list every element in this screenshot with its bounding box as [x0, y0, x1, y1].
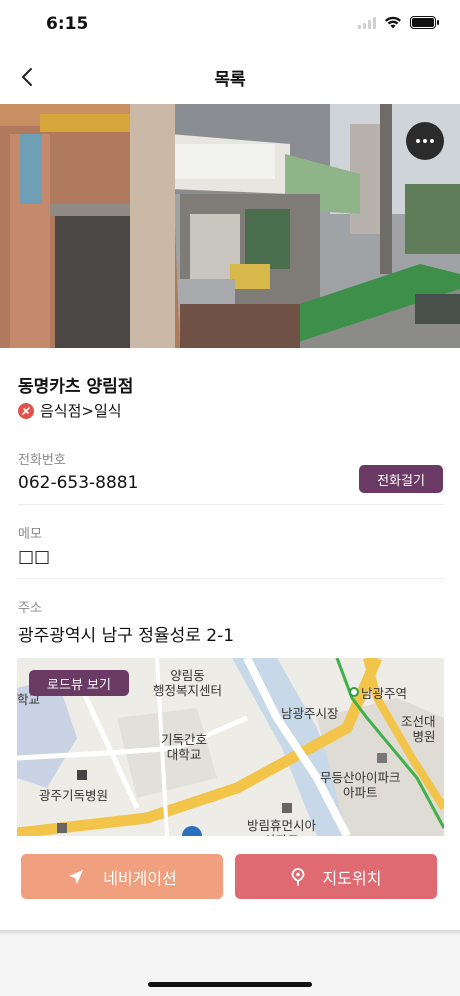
map-label-mudeung: 무등산아이파크 아파트: [320, 770, 401, 800]
navigation-arrow-icon: [69, 869, 84, 884]
map-label-banglim: 방림휴먼시아 아파트: [247, 818, 317, 836]
more-horizontal-icon: [416, 139, 420, 143]
memo-label: 메모: [18, 527, 42, 542]
place-name: 동명카츠 양림점: [18, 377, 134, 397]
navigation-button[interactable]: 네비게이션: [21, 854, 223, 899]
phone-label: 전화번호: [18, 453, 66, 468]
map-label-namgwangju-market: 남광주시장: [281, 706, 339, 721]
divider: [18, 504, 444, 505]
map-location-label: 지도위치: [322, 868, 382, 888]
address-label: 주소: [18, 601, 42, 616]
page-title: 목록: [214, 70, 246, 90]
map-location-button[interactable]: 지도위치: [235, 854, 437, 899]
call-button[interactable]: 전화걸기: [359, 465, 443, 493]
category-label: 음식점>일식: [40, 402, 122, 420]
storefront-photo: [0, 104, 460, 348]
map-label-joseon: 조선대 병원: [401, 714, 436, 744]
divider: [18, 578, 444, 579]
location-map[interactable]: 양림동 행정복지센터 학교 남광주시장 남광주역 조선대 병원 기독간호 대학교…: [17, 658, 444, 836]
bottom-area: [0, 936, 460, 996]
battery-icon: [410, 16, 439, 29]
phone-number[interactable]: 062-653-8881: [18, 473, 138, 493]
address-value: 광주광역시 남구 정율성로 2-1: [18, 626, 235, 646]
memo-value: □□: [18, 547, 51, 567]
action-buttons: 네비게이션 지도위치: [21, 854, 437, 899]
place-photo: [0, 104, 460, 348]
more-options-button[interactable]: [406, 122, 444, 160]
navigation-bar: 목록: [0, 50, 460, 104]
status-time: 6:15: [46, 14, 89, 34]
category-row: 음식점>일식: [18, 400, 122, 421]
map-label-hospital: 광주기독병원: [39, 788, 109, 803]
home-indicator[interactable]: [148, 982, 312, 987]
navigation-label: 네비게이션: [103, 868, 177, 888]
map-label-yangrim: 양림동 행정복지센터: [153, 668, 223, 698]
restaurant-icon: [18, 402, 34, 419]
wifi-icon: [385, 16, 401, 29]
roadview-button[interactable]: 로드뷰 보기: [29, 670, 129, 696]
status-bar: 6:15: [0, 0, 460, 50]
status-icons: [358, 16, 439, 29]
map-pin-icon: [291, 867, 304, 886]
cellular-signal-icon: [358, 16, 376, 29]
map-label-namgwangju-station: 남광주역: [361, 686, 408, 701]
map-label-nursing-college: 기독간호 대학교: [161, 732, 208, 762]
